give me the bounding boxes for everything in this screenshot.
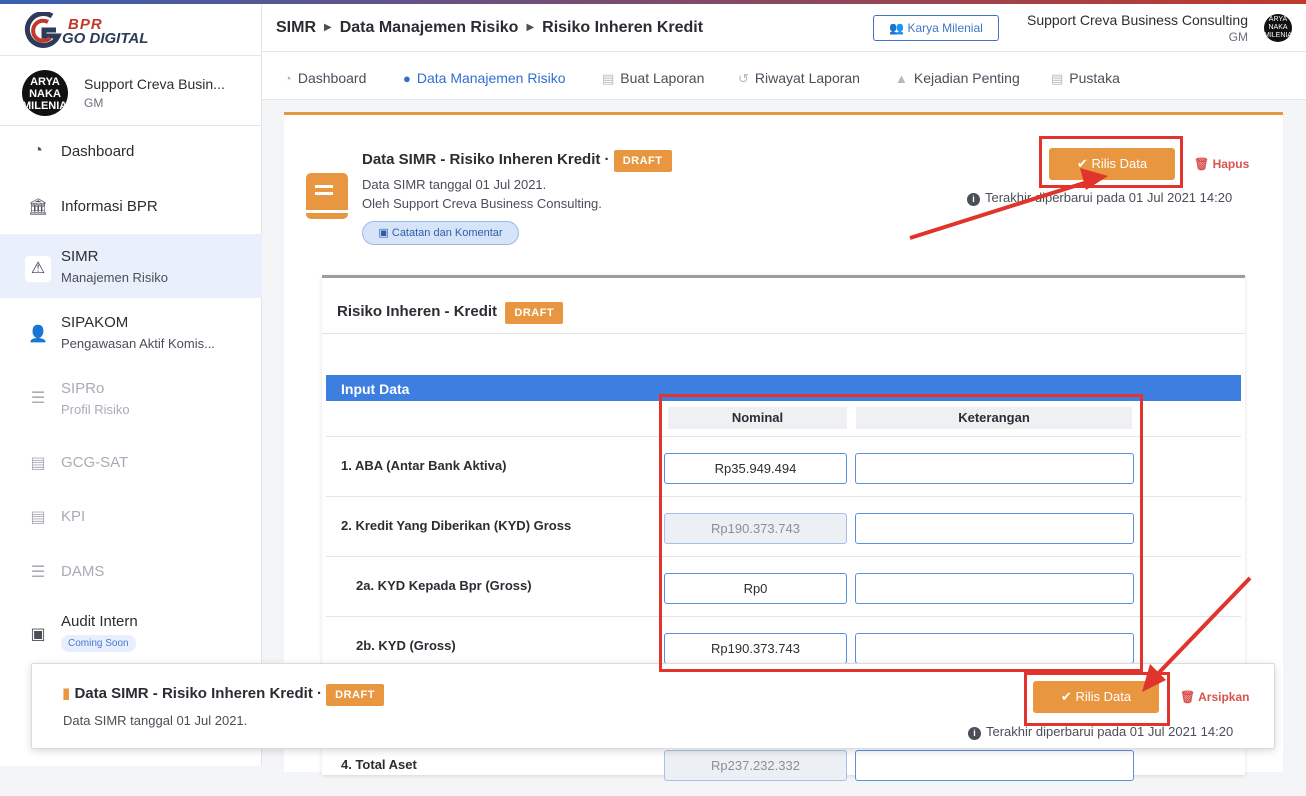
arrowhead-icon bbox=[1080, 168, 1108, 190]
arrow-icon bbox=[909, 176, 1101, 240]
arrow-icon bbox=[1146, 576, 1252, 686]
annotation-arrows bbox=[909, 168, 1252, 692]
